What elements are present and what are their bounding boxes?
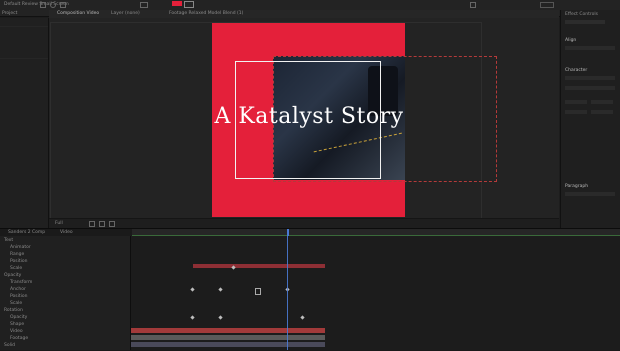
fill-color-swatch[interactable] (172, 1, 182, 6)
layer-row[interactable]: Animator (10, 245, 31, 250)
layer-row[interactable]: Range (10, 252, 24, 257)
layer-row[interactable]: Transform (10, 280, 32, 285)
snap-icon[interactable] (470, 2, 476, 8)
hand-tool-icon[interactable] (50, 2, 56, 8)
layer-bar-red[interactable] (193, 264, 325, 268)
selection-tool-icon[interactable] (40, 2, 46, 8)
track-area[interactable] (131, 236, 620, 350)
tab-comp[interactable]: Sanders 2 Comp (8, 230, 45, 235)
keyframe[interactable] (190, 315, 195, 320)
tab-layer[interactable]: Layer (none) (111, 11, 140, 16)
kerning-field[interactable] (565, 110, 587, 114)
mask-icon[interactable] (109, 221, 115, 227)
layer-row[interactable]: Video (10, 329, 23, 334)
properties-panel: Effect Controls Align Character Paragrap… (560, 10, 620, 228)
project-panel (0, 18, 49, 228)
effect-controls-tab[interactable]: Effect Controls (565, 12, 598, 17)
layer-bar-solid[interactable] (131, 328, 325, 333)
zoom-dropdown[interactable]: Full (55, 221, 63, 226)
title-text-layer[interactable]: A Katalyst Story (209, 104, 409, 129)
search-help-icon[interactable] (540, 2, 554, 8)
grid-icon[interactable] (99, 221, 105, 227)
playhead-line[interactable] (287, 236, 288, 350)
paragraph-align-buttons[interactable] (565, 192, 615, 196)
tab-composition[interactable]: Composition Video (57, 11, 99, 16)
font-style-field[interactable] (565, 86, 615, 90)
layer-row[interactable]: Rotation (4, 308, 23, 313)
layer-bar-video[interactable] (131, 342, 325, 347)
align-buttons[interactable] (565, 46, 615, 50)
keyframe[interactable] (231, 265, 236, 270)
layer-row[interactable]: Footage (10, 336, 28, 341)
font-family-field[interactable] (565, 76, 615, 80)
tracking-field[interactable] (591, 110, 613, 114)
align-heading: Align (565, 38, 577, 43)
keyframe[interactable] (190, 287, 195, 292)
keyframe[interactable] (218, 315, 223, 320)
tab-project[interactable]: Project (2, 11, 17, 16)
layer-row[interactable]: Scale (10, 301, 22, 306)
paragraph-heading: Paragraph (565, 184, 589, 189)
composition-viewer[interactable]: A Katalyst Story Full (49, 18, 559, 229)
layer-bar-footage[interactable] (131, 335, 325, 340)
layer-row[interactable]: Solid (4, 343, 15, 348)
layer-row[interactable]: Position (10, 259, 28, 264)
camera-icon[interactable] (89, 221, 95, 227)
stroke-color-swatch[interactable] (184, 1, 194, 8)
font-size-field[interactable] (565, 100, 587, 104)
layer-row[interactable]: Position (10, 294, 28, 299)
keyframe[interactable] (300, 315, 305, 320)
leading-field[interactable] (591, 100, 613, 104)
layer-row[interactable]: Opacity (10, 315, 27, 320)
tab-footage[interactable]: Footage Relaxed Model Blend (1) (169, 11, 243, 16)
layer-row[interactable]: Shape (10, 322, 24, 327)
layer-name-field[interactable] (565, 20, 605, 24)
layer-row[interactable]: Scale (10, 266, 22, 271)
character-heading: Character (565, 68, 588, 73)
rectangle-tool-icon[interactable] (140, 2, 148, 8)
layer-list-panel: Text Animator Range Position Scale Opacity Tra… (0, 236, 131, 350)
layer-row[interactable]: Text (4, 238, 13, 243)
cursor-icon (255, 288, 261, 295)
layer-row[interactable]: Opacity (4, 273, 21, 278)
layer-row[interactable]: Anchor (10, 287, 26, 292)
keyframe[interactable] (218, 287, 223, 292)
zoom-tool-icon[interactable] (60, 2, 66, 8)
tab-video[interactable]: Video (60, 230, 73, 235)
